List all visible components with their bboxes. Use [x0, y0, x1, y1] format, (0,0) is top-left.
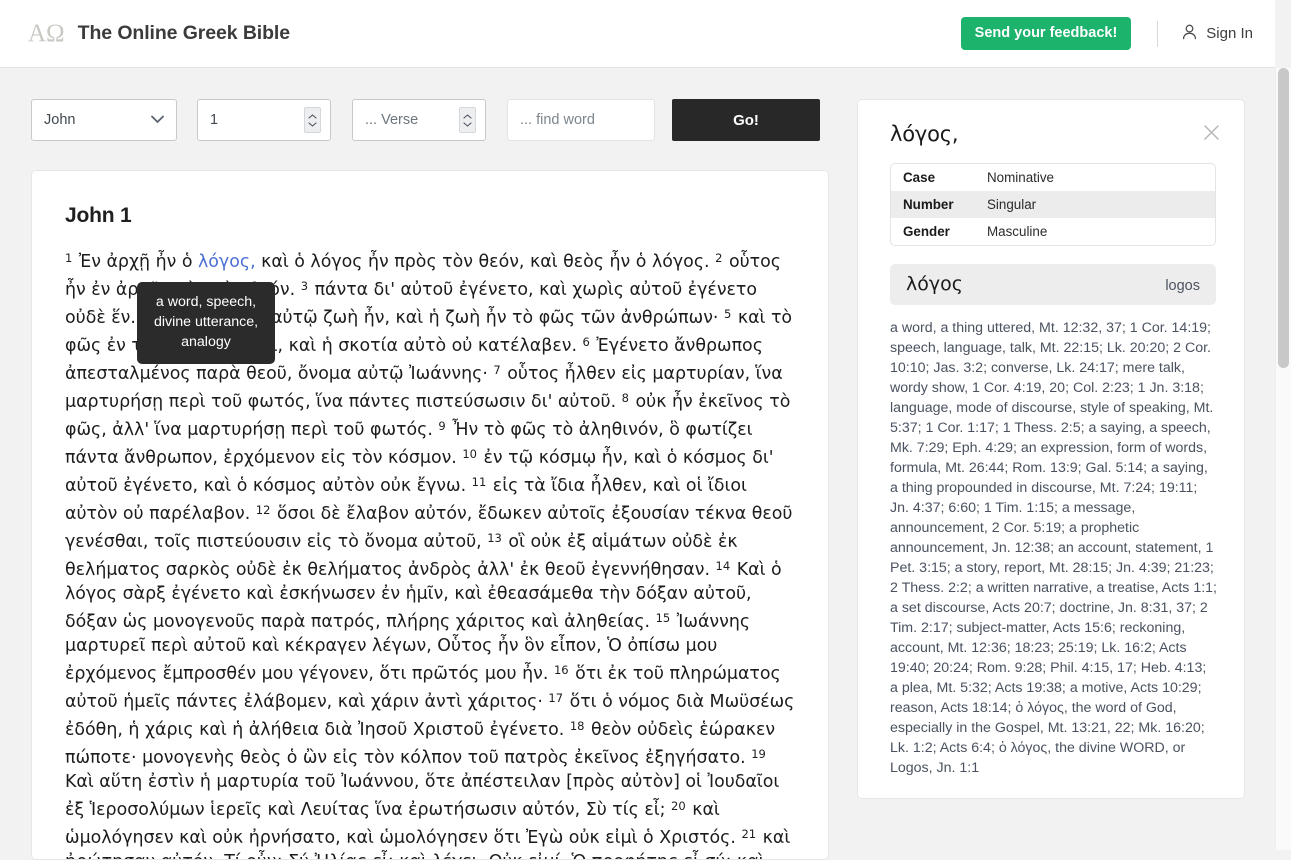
find-word-input[interactable]: ... find word: [507, 99, 655, 141]
lemma-transliteration: logos: [1165, 278, 1200, 294]
table-row: GenderMasculine: [891, 218, 1215, 245]
verse-number: 3: [301, 279, 308, 293]
verse-number: 8: [622, 391, 629, 405]
morphology-table: CaseNominativeNumberSingularGenderMascul…: [890, 163, 1216, 246]
sign-in-label: Sign In: [1206, 25, 1253, 42]
verse-number: 2: [715, 251, 722, 265]
verse-stepper[interactable]: [459, 107, 476, 133]
lemma-greek: λόγος: [906, 273, 963, 295]
person-icon: [1182, 24, 1197, 44]
verse-number: 10: [462, 447, 477, 461]
send-feedback-button[interactable]: Send your feedback!: [961, 17, 1132, 51]
book-select[interactable]: John: [31, 99, 177, 141]
lexicon-panel-title: λόγος,: [890, 122, 958, 146]
go-button[interactable]: Go!: [672, 99, 820, 141]
find-word-placeholder: ... find word: [520, 112, 595, 128]
morphology-key: Case: [891, 164, 987, 191]
morphology-key: Number: [891, 191, 987, 218]
chapter-stepper[interactable]: [304, 107, 321, 133]
lexicon-panel: λόγος, CaseNominativeNumberSingularGende…: [857, 99, 1245, 799]
chevron-down-icon: [151, 112, 164, 128]
table-row: NumberSingular: [891, 191, 1215, 218]
site-header: ΑΩ The Online Greek Bible Send your feed…: [0, 0, 1275, 68]
book-select-value: John: [44, 112, 75, 128]
morphology-key: Gender: [891, 218, 987, 245]
chapter-input[interactable]: 1: [197, 99, 331, 141]
page-scrollbar[interactable]: [1275, 68, 1291, 850]
verse-number: 7: [493, 363, 500, 377]
verse-number: 5: [724, 307, 731, 321]
word-tooltip: a word, speech, divine utterance, analog…: [137, 282, 275, 364]
page-title: John 1: [65, 204, 828, 228]
sign-in-button[interactable]: Sign In: [1182, 24, 1253, 44]
scripture-card: John 1 1 Ἐν ἀρχῇ ἦν ὁ λόγος, καὶ ὁ λόγος…: [31, 170, 829, 860]
verse-number: 1: [65, 251, 72, 265]
verse-input[interactable]: ... Verse: [352, 99, 486, 141]
verse-input-placeholder: ... Verse: [365, 112, 418, 128]
header-actions: Send your feedback! Sign In: [961, 17, 1253, 51]
verse-number: 9: [438, 419, 445, 433]
morphology-value: Masculine: [987, 218, 1047, 245]
brand[interactable]: ΑΩ The Online Greek Bible: [28, 21, 290, 46]
alpha-omega-logo-icon: ΑΩ: [28, 21, 65, 46]
verse-text[interactable]: ἐν αὐτῷ ζωὴ ἦν, καὶ ἡ ζωὴ ἦν τὸ φῶς τῶν …: [246, 308, 724, 328]
verse-number: 14: [716, 559, 731, 573]
verse-number: 19: [751, 747, 766, 761]
chapter-input-value: 1: [210, 112, 218, 128]
lexicon-definition: a word, a thing uttered, Mt. 12:32, 37; …: [890, 318, 1218, 778]
morphology-value: Singular: [987, 191, 1036, 218]
morphology-value: Nominative: [987, 164, 1054, 191]
verse-number: 18: [570, 719, 585, 733]
verse-number: 12: [256, 503, 271, 517]
lexicon-panel-header: λόγος,: [858, 100, 1244, 148]
verse-number: 21: [741, 827, 756, 841]
site-title: The Online Greek Bible: [78, 22, 290, 45]
search-controls: John 1 ... Verse ... find word Go!: [31, 99, 820, 141]
verse-number: 11: [472, 475, 487, 489]
header-divider: [1157, 21, 1158, 47]
verse-number: 20: [671, 799, 686, 813]
verse-word-link[interactable]: λόγος,: [198, 252, 256, 272]
lemma-box: λόγος logos: [890, 264, 1216, 305]
verse-number: 6: [583, 335, 590, 349]
verse-number: 15: [656, 611, 671, 625]
close-icon[interactable]: [1201, 122, 1222, 148]
verse-number: 16: [554, 663, 569, 677]
verse-number: 17: [548, 691, 563, 705]
table-row: CaseNominative: [891, 164, 1215, 191]
page-scrollbar-thumb[interactable]: [1278, 68, 1289, 368]
verse-number: 13: [487, 531, 502, 545]
